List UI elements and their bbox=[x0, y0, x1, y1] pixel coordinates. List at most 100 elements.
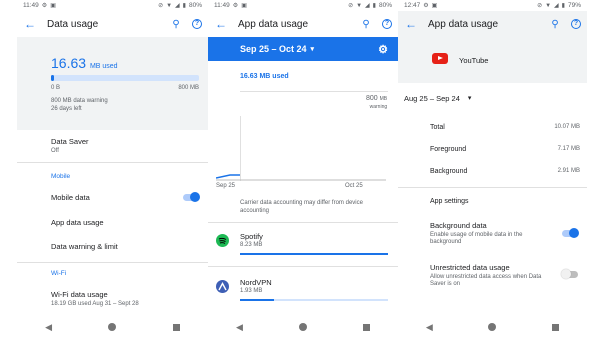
usage-amount: 16.63 MB used bbox=[51, 55, 198, 71]
youtube-icon bbox=[432, 53, 448, 64]
status-time: 11:49 bbox=[23, 2, 39, 9]
notification-icon: ▣ bbox=[241, 3, 247, 9]
warning-text: 800 MB data warning bbox=[51, 98, 108, 104]
warning-unit: MB bbox=[379, 96, 388, 102]
total-value: 10.07 MB bbox=[554, 124, 580, 130]
toggle-knob bbox=[569, 228, 579, 238]
app-item-spotify[interactable]: Spotify 8.23 MB bbox=[208, 226, 398, 270]
data-saver-value: Off bbox=[51, 148, 59, 154]
unrestricted-data-item[interactable]: Unrestricted data usage Allow unrestrict… bbox=[430, 263, 550, 288]
app-data-usage-label: App data usage bbox=[51, 218, 104, 227]
dropdown-icon[interactable]: ▾ bbox=[468, 94, 472, 103]
app-name: NordVPN bbox=[240, 278, 272, 287]
gear-icon[interactable]: ⚙ bbox=[378, 43, 388, 56]
foreground-label: Foreground bbox=[430, 146, 467, 153]
unrestricted-data-sub: Allow unrestricted data access when Data… bbox=[430, 274, 542, 287]
search-icon[interactable]: ⚲ bbox=[549, 19, 561, 30]
period-label: Sep 25 – Oct 24 bbox=[240, 44, 307, 54]
settings-status-icon: ⚙ bbox=[232, 3, 239, 9]
wifi-data-usage-label: Wi-Fi data usage bbox=[51, 290, 108, 299]
divider bbox=[208, 222, 398, 223]
arrow-back-icon[interactable]: ← bbox=[214, 17, 228, 31]
usage-chart: 16.63 MB used 800 MB warning Sep 25 Oct … bbox=[208, 61, 398, 215]
spotify-icon bbox=[216, 234, 229, 247]
signal-icon: ◢ bbox=[175, 3, 180, 9]
carrier-note: Carrier data accounting may differ from … bbox=[240, 200, 363, 214]
background-data-toggle[interactable] bbox=[562, 228, 579, 238]
app-usage-fill bbox=[240, 299, 275, 301]
app-bar: ← App data usage ⚲ ? bbox=[208, 11, 398, 37]
back-nav-icon[interactable]: ◀ bbox=[426, 322, 433, 333]
dropdown-icon[interactable]: ▾ bbox=[311, 45, 315, 53]
x-start-label: Sep 25 bbox=[216, 183, 236, 189]
mobile-data-toggle[interactable] bbox=[183, 192, 200, 202]
toggle-knob bbox=[561, 269, 571, 279]
status-bar: 11:49 ⚙ ▣ ⊘ ▼ ◢ ▮ 80% bbox=[17, 0, 208, 11]
app-item-nordvpn[interactable]: NordVPN 1.93 MB bbox=[208, 272, 398, 316]
period-selector[interactable]: Sep 25 – Oct 24 ▾ ⚙ bbox=[208, 37, 398, 61]
home-nav-icon[interactable] bbox=[488, 323, 497, 331]
background-row: Background 2.91 MB bbox=[430, 168, 580, 175]
vibrate-icon: ⊘ bbox=[158, 3, 164, 9]
home-nav-icon[interactable] bbox=[108, 323, 117, 331]
period-selector[interactable]: Aug 25 – Sep 24 ▾ bbox=[404, 94, 471, 103]
app-header: YouTube bbox=[398, 37, 587, 83]
warning-label: warning bbox=[369, 104, 388, 110]
help-icon[interactable]: ? bbox=[192, 19, 202, 29]
period-label: Aug 25 – Sep 24 bbox=[404, 94, 460, 103]
wifi-data-usage-item[interactable]: Wi-Fi data usage 18.19 GB used Aug 31 – … bbox=[51, 290, 139, 307]
signal-icon: ◢ bbox=[365, 3, 370, 9]
arrow-back-icon[interactable]: ← bbox=[404, 17, 418, 31]
app-usage-bar bbox=[240, 299, 388, 301]
app-settings-header: App settings bbox=[430, 198, 469, 205]
app-bar: ← App data usage ⚲ ? bbox=[398, 11, 587, 37]
search-icon[interactable]: ⚲ bbox=[360, 19, 372, 30]
divider bbox=[17, 162, 208, 163]
mobile-data-label: Mobile data bbox=[51, 193, 90, 202]
warning-info: 800 MB data warning 26 days left bbox=[51, 97, 198, 113]
recents-nav-icon[interactable] bbox=[362, 323, 370, 331]
help-icon[interactable]: ? bbox=[382, 19, 392, 29]
warning-marker: 800 MB warning bbox=[366, 95, 387, 111]
recents-nav-icon[interactable] bbox=[552, 323, 560, 331]
mobile-data-item[interactable]: Mobile data bbox=[51, 193, 90, 202]
used-unit: MB used bbox=[89, 63, 118, 70]
search-icon[interactable]: ⚲ bbox=[170, 19, 182, 30]
back-nav-icon[interactable]: ◀ bbox=[236, 322, 243, 333]
foreground-value: 7.17 MB bbox=[557, 146, 580, 152]
data-usage-screen: 11:49 ⚙ ▣ ⊘ ▼ ◢ ▮ 80% ← Data usage ⚲ ? 1… bbox=[17, 0, 208, 339]
back-nav-icon[interactable]: ◀ bbox=[45, 322, 52, 333]
range-end: 800 MB bbox=[178, 85, 199, 91]
vibrate-icon: ⊘ bbox=[348, 3, 354, 9]
wifi-data-usage-sub: 18.19 GB used Aug 31 – Sept 28 bbox=[51, 301, 139, 307]
recents-nav-icon[interactable] bbox=[172, 323, 180, 331]
usage-progress-fill bbox=[51, 75, 55, 81]
app-bar: ← Data usage ⚲ ? bbox=[17, 11, 208, 37]
section-wifi: Wi-Fi bbox=[51, 270, 67, 277]
app-name: Spotify bbox=[240, 232, 263, 241]
nav-bar: ◀ bbox=[17, 315, 208, 339]
home-nav-icon[interactable] bbox=[298, 323, 307, 331]
notification-icon: ▣ bbox=[50, 3, 56, 9]
data-warning-limit-item[interactable]: Data warning & limit bbox=[51, 242, 118, 251]
unrestricted-data-toggle[interactable] bbox=[561, 269, 578, 279]
usage-chart-line bbox=[216, 174, 386, 181]
divider bbox=[398, 187, 587, 188]
vibrate-icon: ⊘ bbox=[537, 3, 543, 9]
days-left-text: 26 days left bbox=[51, 106, 82, 112]
help-icon[interactable]: ? bbox=[571, 19, 581, 29]
app-data-usage-item[interactable]: App data usage bbox=[51, 218, 104, 227]
battery-percent: 80% bbox=[378, 2, 392, 9]
battery-percent: 80% bbox=[188, 2, 202, 9]
total-label: Total bbox=[430, 124, 445, 131]
background-label: Background bbox=[430, 168, 468, 175]
x-end-label: Oct 25 bbox=[345, 183, 363, 189]
data-saver-item[interactable]: Data Saver Off bbox=[51, 137, 89, 154]
page-title: App data usage bbox=[238, 18, 309, 30]
nav-bar: ◀ bbox=[208, 315, 398, 339]
screenshot-collage: 11:49 ⚙ ▣ ⊘ ▼ ◢ ▮ 80% ← Data usage ⚲ ? 1… bbox=[0, 0, 601, 339]
arrow-back-icon[interactable]: ← bbox=[23, 17, 37, 31]
background-data-item[interactable]: Background data Enable usage of mobile d… bbox=[430, 221, 550, 246]
usage-summary: 16.63 MB used 0 B 800 MB 800 MB data war… bbox=[17, 37, 208, 130]
warning-value: 800 bbox=[366, 95, 378, 102]
